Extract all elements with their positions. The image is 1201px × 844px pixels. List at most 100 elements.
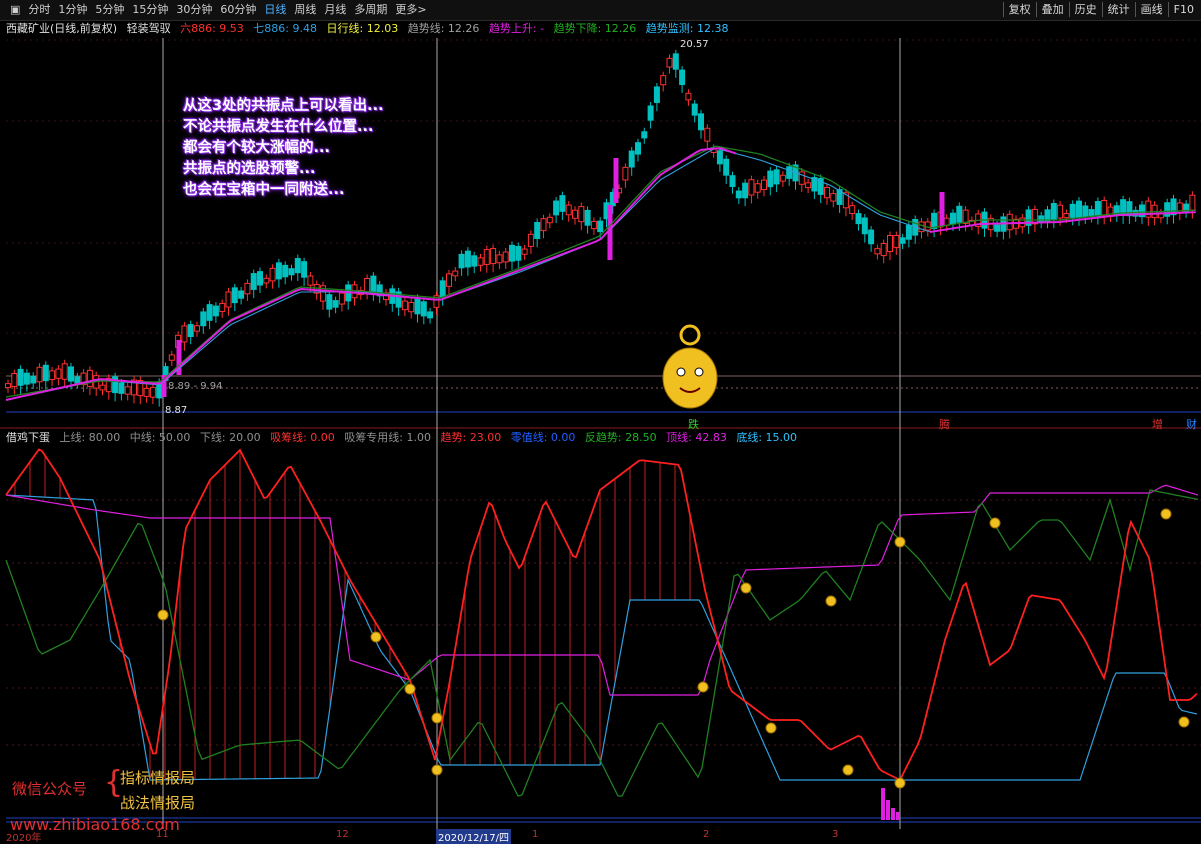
coin-icon	[894, 536, 906, 548]
chart-canvas[interactable]: 20.57 8.87 8.89 - 9.94	[0, 0, 1201, 842]
axis-label: 1	[532, 829, 539, 840]
candle-body	[660, 75, 667, 86]
low-price-label: 8.87	[165, 405, 187, 416]
candle-body	[1044, 209, 1051, 222]
candle-body	[521, 248, 528, 255]
annotation-line: 共振点的选股预警...	[183, 161, 316, 177]
candle-body	[446, 273, 452, 287]
candle-body	[509, 244, 515, 262]
candle-body	[86, 369, 93, 387]
lower-indicator-name[interactable]: 借鸡下蛋	[6, 431, 50, 444]
high-price-label: 20.57	[680, 39, 709, 50]
candle-body	[672, 53, 679, 70]
candle-body	[578, 206, 585, 223]
peak-value: 顶线: 42.83	[666, 431, 727, 444]
candle-body	[742, 182, 749, 199]
candle-body	[332, 300, 339, 308]
candle-body	[653, 86, 660, 103]
peak-line-magenta	[5, 484, 1199, 696]
candle-body	[805, 182, 812, 189]
candle-body	[887, 235, 893, 252]
candle-body	[225, 291, 232, 308]
volume-spike	[881, 788, 885, 820]
annotation-line: 不论共振点发生在什么位置...	[183, 119, 374, 135]
candle-body	[36, 366, 43, 383]
coin-icon	[1160, 508, 1172, 520]
volume-spike	[891, 808, 895, 820]
axis-label: 2	[703, 829, 710, 840]
candle-body	[1050, 203, 1057, 220]
candle-body	[515, 245, 522, 261]
candle-body	[786, 166, 793, 179]
zero-value: 零值线: 0.00	[510, 431, 576, 444]
candle-body	[994, 224, 1001, 232]
axis-label: 3	[832, 829, 839, 840]
event-tag[interactable]: 跌	[686, 416, 701, 432]
candle-body	[950, 212, 956, 225]
candle-body	[546, 216, 553, 224]
candle-body	[679, 69, 686, 86]
candle-body	[956, 205, 963, 223]
candle-body	[458, 253, 465, 269]
candle-body	[590, 220, 597, 230]
candle-body	[23, 372, 30, 385]
candle-body	[420, 301, 427, 317]
candle-body	[527, 233, 534, 247]
event-tag[interactable]: 增	[1150, 416, 1165, 432]
candle-body	[17, 368, 24, 386]
candle-body	[1088, 209, 1095, 217]
candle-body	[238, 290, 245, 299]
coin-icon	[404, 683, 416, 695]
candle-body	[370, 275, 377, 293]
candle-body	[855, 213, 862, 225]
annotation-text: 从这3处的共振点上可以看出... 不论共振点发生在什么位置... 都会有个较大涨…	[183, 96, 384, 201]
annotation-line: 从这3处的共振点上可以看出...	[183, 98, 384, 114]
counter-value: 反趋势: 28.50	[584, 431, 657, 444]
candle-body	[1057, 204, 1064, 219]
candle-body	[622, 166, 629, 181]
candle-body	[490, 248, 497, 265]
candle-body	[307, 275, 314, 286]
event-tag[interactable]: 财	[1184, 416, 1199, 432]
candle-body	[1006, 213, 1013, 231]
coin-icon	[431, 764, 443, 776]
candle-body	[282, 264, 289, 278]
candle-body	[502, 251, 509, 263]
candle-body	[61, 363, 68, 380]
axis-label: 12	[336, 829, 349, 840]
candle-body	[275, 262, 282, 280]
candle-body	[698, 113, 704, 131]
candle-body	[666, 57, 673, 68]
candle-body	[641, 131, 648, 139]
candle-body	[704, 127, 711, 142]
candle-body	[597, 220, 604, 233]
candle-body	[294, 258, 301, 274]
event-tag[interactable]: 腾	[937, 416, 952, 432]
candle-body	[748, 179, 755, 196]
candle-body	[754, 183, 761, 193]
candle-body	[723, 158, 730, 176]
candle-body	[735, 190, 742, 199]
candle-body	[1063, 212, 1070, 219]
candle-body	[168, 354, 175, 361]
candle-body	[118, 382, 125, 394]
candle-body	[68, 366, 74, 382]
candle-body	[219, 302, 226, 312]
candle-body	[1189, 194, 1196, 211]
axis-label: 11	[156, 829, 169, 840]
candle-body	[483, 249, 490, 265]
candle-body	[288, 268, 295, 276]
candle-body	[49, 370, 56, 380]
candle-body	[269, 267, 276, 282]
coin-icon	[825, 595, 837, 607]
leopard-eye-icon	[694, 367, 704, 377]
candle-body	[206, 304, 213, 321]
watermark-name: 指标情报局	[120, 769, 196, 787]
candle-body	[124, 386, 131, 395]
coin-icon	[842, 764, 854, 776]
candle-body	[931, 212, 938, 229]
candle-body	[250, 273, 257, 290]
coin-icon	[894, 777, 906, 789]
candle-body	[559, 195, 566, 212]
candle-body	[943, 217, 950, 226]
